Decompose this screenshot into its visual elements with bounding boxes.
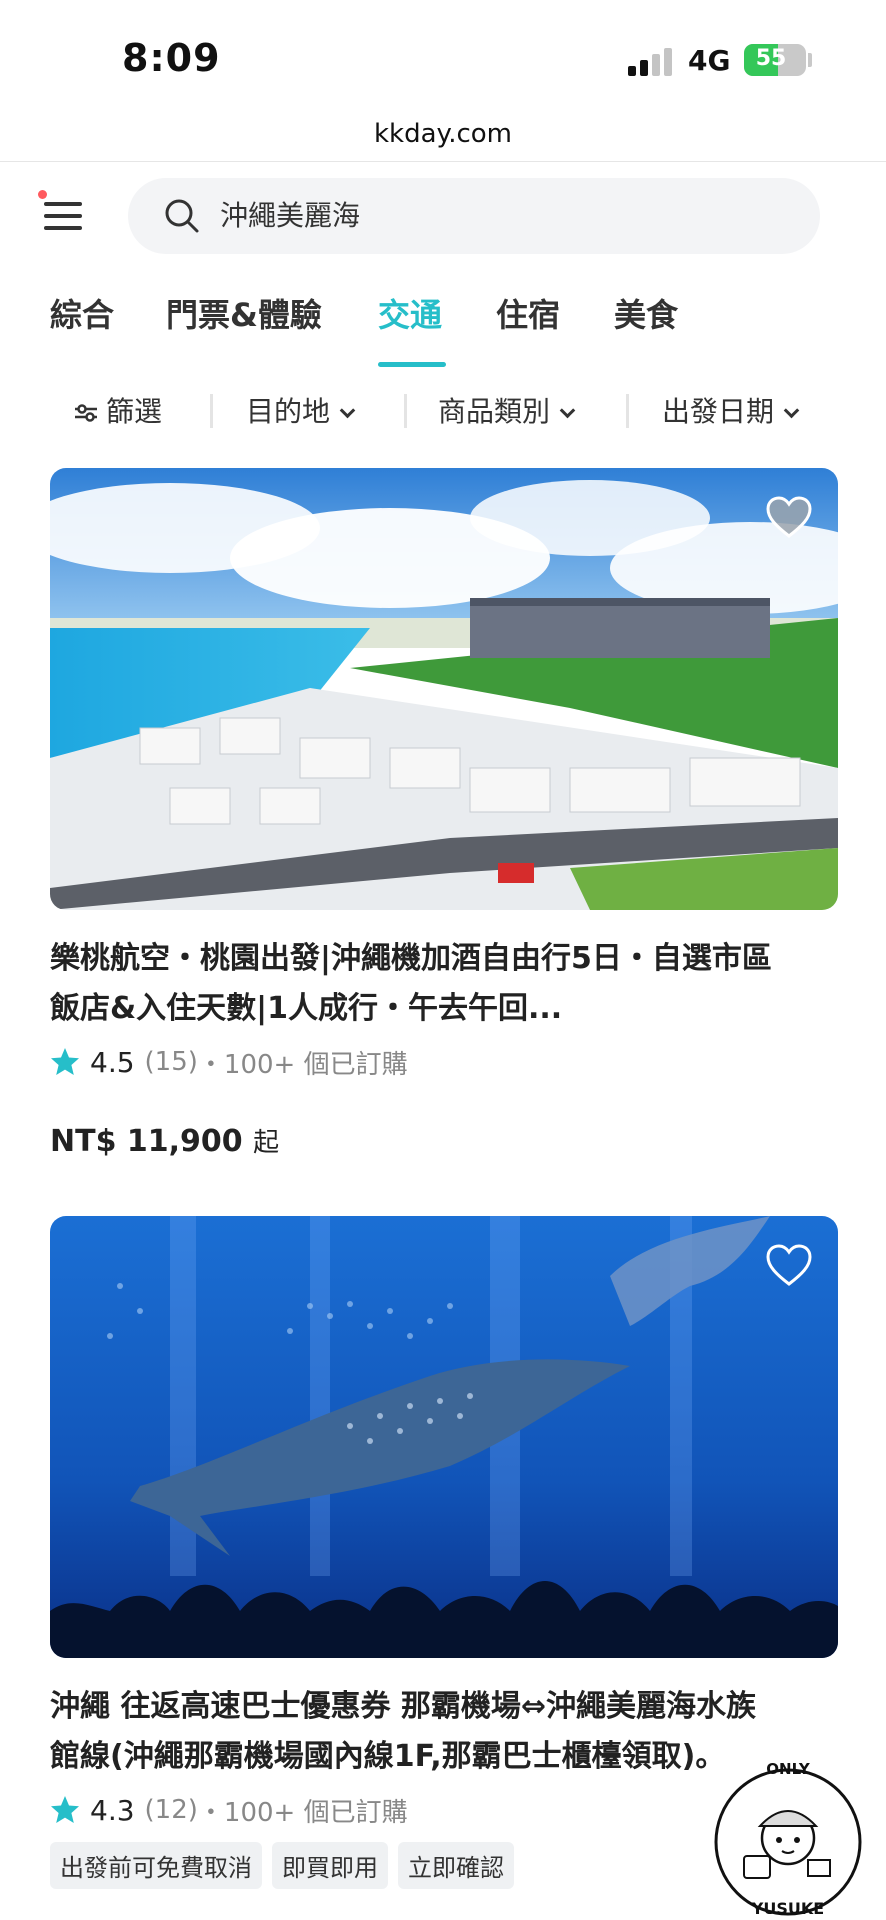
destination-filter[interactable]: 目的地 (246, 388, 356, 436)
notification-dot (38, 190, 47, 199)
search-input[interactable]: 沖繩美麗海 (220, 178, 360, 254)
booked-count: ・100+ 個已訂購 (197, 1049, 408, 1080)
network-type: 4G (688, 44, 731, 77)
signal-strength-icon (628, 46, 674, 76)
booked-count: ・100+ 個已訂購 (197, 1797, 408, 1828)
search-icon (165, 199, 199, 233)
product-type-filter-label: 商品類別 (438, 395, 551, 428)
watermark-logo: ONLY YUSUKE (714, 1760, 862, 1918)
url-text: kkday.com (373, 119, 513, 149)
tag-instant-confirmation: 立即確認 (398, 1842, 514, 1889)
divider (210, 394, 213, 428)
product-card[interactable]: 樂桃航空・桃園出發|沖繩機加酒自由行5日・自選市區 飯店&入住天數|1人成行・午… (50, 468, 838, 1159)
favorite-heart-icon[interactable] (766, 496, 812, 538)
resort-aerial-photo (50, 468, 838, 910)
product-title-line: 沖繩 往返高速巴士優惠券 那霸機場⇔沖繩美麗海水族 (50, 1689, 757, 1724)
browser-url-bar[interactable]: kkday.com (0, 110, 886, 162)
battery-level: 55 (755, 46, 787, 71)
status-bar: 8:09 4G 55 (0, 0, 886, 110)
product-title[interactable]: 樂桃航空・桃園出發|沖繩機加酒自由行5日・自選市區 飯店&入住天數|1人成行・午… (50, 934, 838, 1034)
tag-free-cancellation: 出發前可免費取消 (50, 1842, 262, 1889)
product-image-aquarium[interactable] (50, 1216, 838, 1658)
tag-instant-use: 即買即用 (272, 1842, 388, 1889)
tab-transport[interactable]: 交通 (378, 290, 442, 336)
svg-text:YUSUKE: YUSUKE (751, 1899, 824, 1918)
svg-text:ONLY: ONLY (766, 1760, 811, 1778)
product-image-okinawa-resort[interactable] (50, 468, 838, 910)
star-icon (51, 1048, 79, 1075)
sliders-icon (75, 404, 97, 422)
status-time: 8:09 (122, 36, 221, 80)
price-suffix: 起 (253, 1128, 280, 1158)
price: NT$ 11,900 起 (50, 1122, 838, 1159)
tab-food[interactable]: 美食 (614, 290, 678, 336)
review-count: (12) (144, 1795, 198, 1825)
product-type-filter[interactable]: 商品類別 (438, 388, 576, 436)
search-bar[interactable]: 沖繩美麗海 (128, 178, 820, 254)
departure-date-filter[interactable]: 出發日期 (662, 388, 800, 436)
tab-accommodation[interactable]: 住宿 (496, 290, 560, 336)
filter-label: 篩選 (106, 395, 163, 428)
star-icon (51, 1796, 79, 1823)
divider (626, 394, 629, 428)
favorite-heart-icon[interactable] (766, 1244, 812, 1286)
battery-cap (808, 53, 812, 67)
aquarium-photo (50, 1216, 838, 1658)
departure-date-filter-label: 出發日期 (662, 395, 775, 428)
chevron-down-icon (783, 402, 800, 419)
tab-general[interactable]: 綜合 (50, 290, 114, 336)
category-tabs: 綜合 門票&體驗 交通 住宿 美食 (0, 290, 886, 370)
product-title-line: 飯店&入住天數|1人成行・午去午回... (50, 991, 563, 1026)
rating-value: 4.3 (90, 1793, 135, 1827)
rating-value: 4.5 (90, 1045, 135, 1079)
filter-button[interactable]: 篩選 (74, 388, 162, 436)
review-count: (15) (144, 1047, 198, 1077)
battery-icon: 55 (744, 44, 806, 76)
price-amount: NT$ 11,900 (50, 1124, 243, 1159)
active-tab-indicator (378, 362, 446, 367)
rating-row: 4.5 (15) ・100+ 個已訂購 (50, 1042, 838, 1082)
filter-bar: 篩選 目的地 商品類別 出發日期 (0, 388, 886, 436)
divider (404, 394, 407, 428)
hamburger-menu-button[interactable] (38, 190, 90, 238)
product-title-line: 樂桃航空・桃園出發|沖繩機加酒自由行5日・自選市區 (50, 941, 772, 976)
tab-tickets-experiences[interactable]: 門票&體驗 (166, 290, 322, 336)
chevron-down-icon (339, 402, 356, 419)
chevron-down-icon (559, 402, 576, 419)
destination-filter-label: 目的地 (246, 395, 331, 428)
